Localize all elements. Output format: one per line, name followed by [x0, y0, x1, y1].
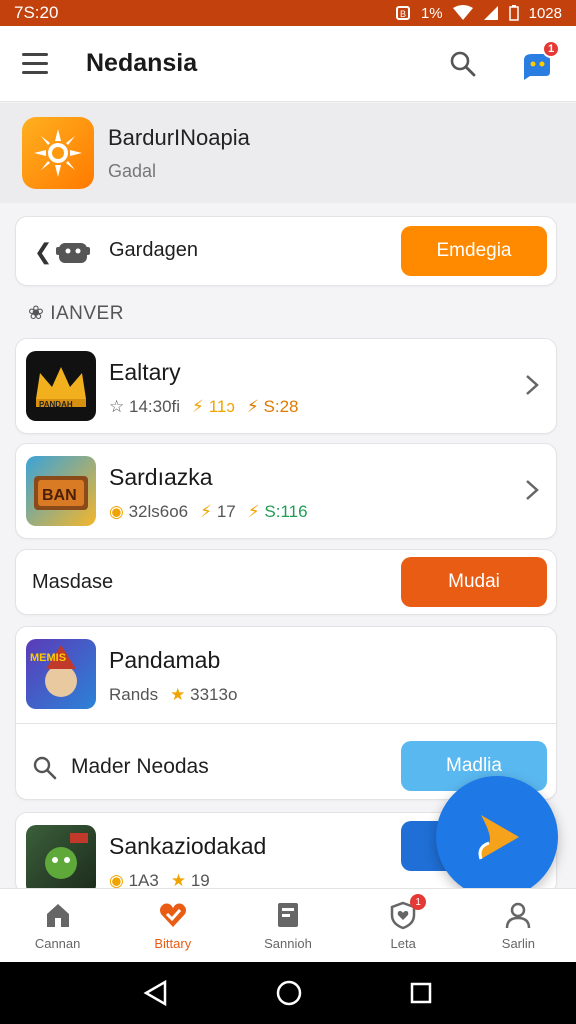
item-title: Ealtary [109, 359, 181, 385]
item-meta-1: 32ls6o6 [128, 502, 189, 521]
nav-label: Sannioh [264, 936, 312, 951]
sun-icon [34, 129, 82, 177]
recents-icon[interactable] [409, 981, 433, 1005]
action-label: Gardagen [109, 239, 198, 261]
promo-label: Masdase [32, 571, 114, 593]
bottom-nav: Cannan Bittary Sannioh 1 Leta Sarlin [0, 888, 576, 962]
play-icon [478, 815, 519, 860]
home-circle-icon[interactable] [275, 979, 303, 1007]
section-label: IANVER [50, 303, 124, 324]
feature-subtext: Rands [109, 685, 159, 704]
promo-card: Masdase Mudai [15, 549, 557, 615]
menu-icon[interactable] [22, 49, 52, 79]
feature-rating: 3313o [190, 685, 238, 704]
battery-percent: 1% [420, 4, 443, 22]
play-fab[interactable] [436, 776, 558, 898]
app-title: Nedansia [86, 49, 198, 77]
sim-icon: B [395, 6, 410, 20]
svg-text:PANDAH: PANDAH [39, 400, 73, 409]
item-meta-2: 17 [216, 502, 236, 521]
list-item[interactable]: PANDAH Ealtary ☆ 14:30fi ⚡ 11ɔ ⚡ S:28 [15, 338, 557, 434]
back-chevron-icon[interactable]: ❮ [34, 239, 52, 265]
promo-button[interactable]: Mudai [401, 557, 547, 607]
status-time: 7S:20 [14, 3, 59, 22]
home-icon [46, 904, 69, 927]
treasure-game-icon: BAN [26, 456, 96, 526]
wizard-game-icon: MEMIS [26, 639, 96, 709]
nav-label: Cannan [34, 936, 81, 951]
nav-item-library[interactable]: Bittary [115, 889, 230, 962]
nav-item-documents[interactable]: Sannioh [230, 889, 345, 962]
gamepad-icon [56, 243, 90, 263]
item-meta: ☆ 14:30fi ⚡ 11ɔ ⚡ S:28 [109, 397, 299, 417]
item-meta: ◉ 32ls6o6 ⚡ 17 ⚡ S:116 [109, 502, 308, 522]
search-icon[interactable] [448, 49, 478, 79]
item-meta-3: S:116 [264, 502, 308, 521]
item-meta-2: 11ɔ [208, 397, 235, 416]
battery-icon [508, 5, 519, 21]
system-nav-bar [0, 962, 576, 1024]
person-icon [506, 902, 531, 929]
bolt-icon: ⚡ [200, 502, 213, 521]
heart-check-icon [159, 903, 186, 927]
notification-badge: 1 [542, 39, 560, 58]
divider [16, 723, 556, 724]
status-bar: 7S:20 B 1% 1028 [0, 0, 576, 26]
star-outline-icon: ☆ [109, 397, 125, 416]
chevron-right-icon[interactable] [524, 478, 540, 502]
nav-item-leta[interactable]: 1 Leta [346, 889, 461, 962]
action-card: ❮ Gardagen Emdegia [15, 216, 557, 286]
item-title: Sankaziodakad [109, 833, 267, 859]
feature-card: MEMIS Pandamab Rands ★ 3313o Mader Neoda… [15, 626, 557, 800]
item-meta-3: S:28 [263, 397, 299, 416]
feature-meta: Rands ★ 3313o [109, 685, 237, 705]
featured-header[interactable]: BardurINoapia Gadal [0, 103, 576, 203]
svg-text:MEMIS: MEMIS [30, 652, 66, 664]
svg-text:B: B [400, 9, 406, 19]
chevron-right-icon[interactable] [524, 373, 540, 397]
item-title: Sardıazka [109, 464, 213, 490]
section-header: ❀ IANVER [28, 302, 124, 325]
item-meta-1: 14:30fi [128, 397, 181, 416]
search-label: Mader Neodas [71, 755, 209, 778]
nav-badge: 1 [410, 894, 427, 910]
status-clock: 1028 [528, 4, 562, 22]
nav-label: Sarlin [501, 936, 536, 951]
header-title: BardurINoapia [108, 124, 250, 150]
sun-app-icon [22, 117, 94, 189]
header-subtitle: Gadal [108, 160, 157, 181]
crown-game-icon: PANDAH [26, 351, 96, 421]
search-icon [33, 756, 57, 780]
nav-label: Leta [390, 936, 416, 951]
goblin-game-icon [26, 825, 96, 893]
bolt-icon: ⚡ [246, 397, 259, 416]
feature-title: Pandamab [109, 647, 221, 673]
nav-item-home[interactable]: Cannan [0, 889, 115, 962]
wifi-icon [452, 5, 473, 20]
nav-item-profile[interactable]: Sarlin [461, 889, 576, 962]
action-button[interactable]: Emdegia [401, 226, 547, 276]
back-icon[interactable] [143, 979, 169, 1007]
bolt-icon: ⚡ [247, 502, 260, 521]
svg-text:BAN: BAN [42, 487, 77, 504]
list-item[interactable]: BAN Sardıazka ◉ 32ls6o6 ⚡ 17 ⚡ S:116 [15, 443, 557, 539]
notification-button[interactable]: 1 [518, 39, 560, 82]
star-icon: ★ [170, 685, 186, 704]
app-bar: Nedansia 1 [0, 26, 576, 102]
coin-icon: ◉ [109, 502, 124, 521]
section-icon: ❀ [28, 303, 45, 324]
bolt-icon: ⚡ [192, 397, 204, 416]
signal-icon [483, 6, 498, 20]
document-icon [278, 903, 298, 927]
nav-label: Bittary [154, 936, 192, 951]
